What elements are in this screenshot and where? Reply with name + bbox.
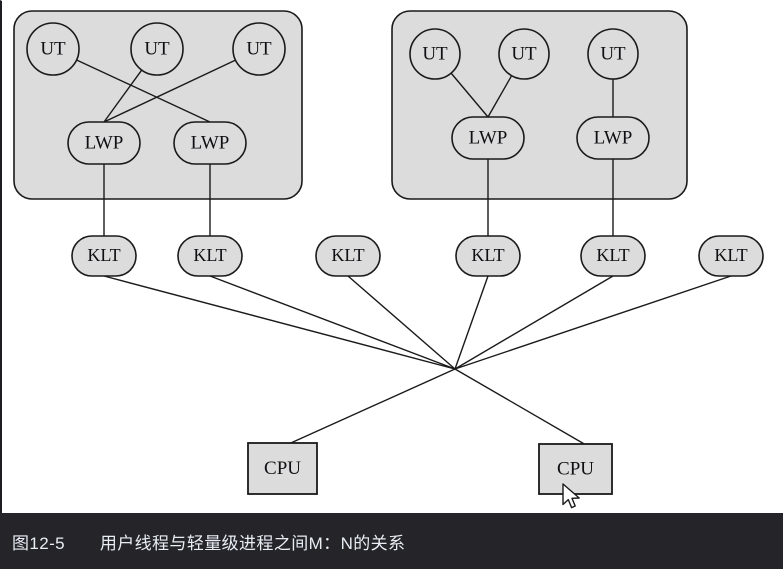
junction-to-cpu-edge — [454, 368, 585, 445]
g2-lwp-2-label: LWP — [594, 127, 633, 148]
figure-page: CPU CPU KLT KLT KLT KLT KLT KLT LWP LWP LWP LWP U… — [0, 0, 783, 569]
g1-ut-3-label: UT — [246, 38, 272, 59]
klt-2-label: KLT — [193, 245, 226, 265]
klt-6-label: KLT — [714, 245, 747, 265]
figure-caption-text: 图12-5 用户线程与轻量级进程之间M：N的关系 — [12, 533, 406, 553]
figure-caption-bar: 图12-5 用户线程与轻量级进程之间M：N的关系 — [0, 513, 783, 569]
diagram-canvas: CPU CPU KLT KLT KLT KLT KLT KLT LWP LWP LWP LWP U… — [0, 0, 783, 513]
g1-lwp-1-label: LWP — [85, 132, 124, 153]
klt-to-junction-edge — [454, 275, 732, 370]
klt-4-label: KLT — [471, 245, 504, 265]
junction-to-cpu-edge — [290, 368, 456, 444]
thread-model-diagram: CPU CPU KLT KLT KLT KLT KLT KLT LWP LWP LWP LWP U… — [13, 10, 764, 495]
g2-ut-3-label: UT — [600, 43, 626, 64]
cpu-1-label: CPU — [264, 458, 301, 479]
g1-lwp-2-label: LWP — [191, 132, 230, 153]
klt-3-label: KLT — [331, 245, 364, 265]
cpu-nodes: CPU CPU — [247, 442, 613, 495]
g2-ut-1-label: UT — [422, 43, 448, 64]
klt-5-label: KLT — [596, 245, 629, 265]
cpu-2-label: CPU — [557, 458, 594, 479]
process-group-panels — [13, 10, 688, 200]
g1-ut-1-label: UT — [40, 38, 66, 59]
klt-to-junction-edge — [454, 275, 489, 370]
klt-nodes: KLT KLT KLT KLT KLT KLT — [71, 235, 764, 277]
g2-lwp-1-label: LWP — [469, 127, 508, 148]
klt-1-label: KLT — [87, 245, 120, 265]
scheduler-edges — [103, 275, 732, 445]
klt-to-junction-edge — [454, 275, 614, 370]
g2-ut-2-label: UT — [511, 43, 537, 64]
klt-to-junction-edge — [209, 275, 456, 370]
g1-ut-2-label: UT — [144, 38, 170, 59]
